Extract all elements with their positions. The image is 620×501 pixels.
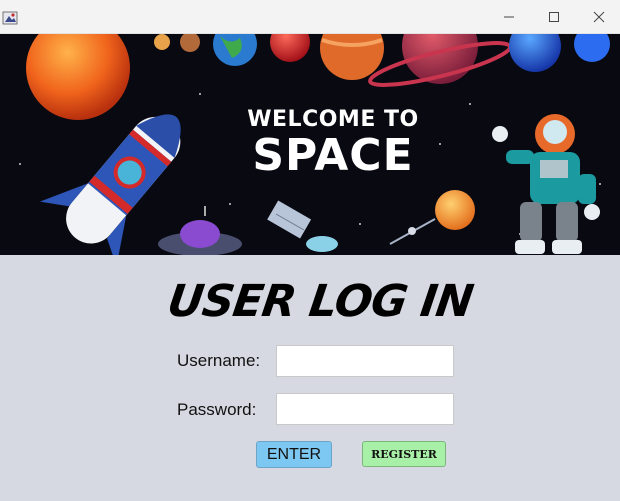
maximize-icon [549,11,559,22]
satellite [267,200,338,252]
password-label: Password: [177,400,257,419]
enter-button[interactable]: ENTER [256,441,332,468]
title-bar[interactable] [0,0,620,34]
ufo [158,206,242,255]
banner-welcome-text: WELCOME TO [247,107,419,132]
blue-planet-2 [574,34,610,62]
username-label: Username: [177,351,261,370]
minimize-button[interactable] [486,0,532,33]
small-planet-2 [180,34,200,52]
password-field[interactable] [276,393,454,425]
login-title: USER LOG IN [164,276,476,327]
space-probe [389,218,436,245]
maximize-button[interactable] [531,0,577,33]
space-banner-image: WELCOME TO SPACE [0,34,620,255]
register-button[interactable]: REGISTER [362,441,446,467]
username-field[interactable] [276,345,454,377]
red-planet [270,34,310,62]
small-orange-planet [435,190,475,230]
minimize-icon [504,16,514,17]
java-app-icon [2,11,18,25]
small-planet-1 [154,34,170,50]
close-button[interactable] [576,0,620,33]
orange-planet [26,34,130,120]
close-icon [593,11,605,22]
blue-planet [509,34,561,72]
astronaut [492,114,600,254]
banner-space-text: SPACE [252,130,414,181]
app-window: WELCOME TO SPACE USER LOG IN Username: P… [0,0,620,501]
